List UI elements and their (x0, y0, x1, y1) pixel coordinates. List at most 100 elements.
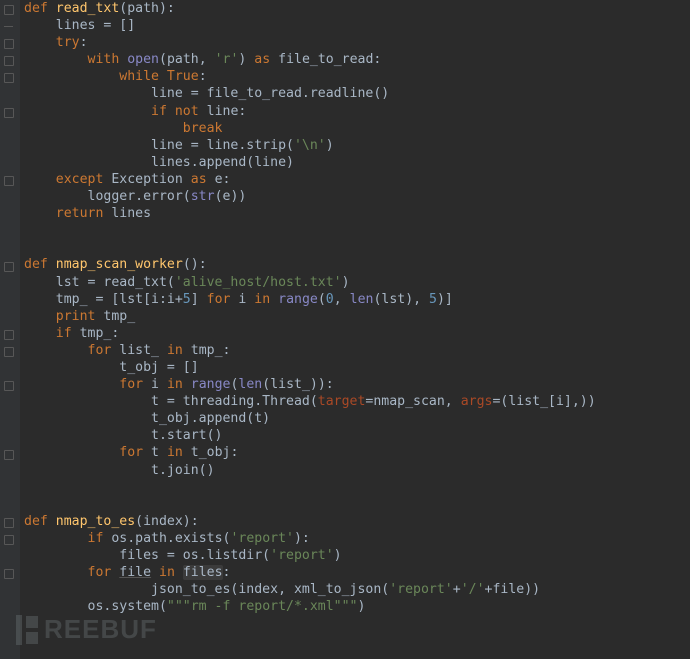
code-line: return lines (24, 205, 596, 222)
token-txt: ) (334, 548, 342, 563)
token-kw: return (56, 206, 112, 221)
token-txt: tmp_ (103, 309, 135, 324)
token-str: 'alive_host/host.txt' (175, 275, 342, 290)
fold-marker[interactable] (4, 385, 13, 386)
code-line: lines = [] (24, 17, 596, 34)
token-builtin: open (127, 52, 159, 67)
token-txt: t_obj = [] (24, 360, 199, 375)
token-builtin: str (191, 189, 215, 204)
token-txt (24, 172, 56, 187)
fold-marker[interactable] (4, 539, 13, 540)
token-builtin: range (278, 292, 318, 307)
token-num: 0 (326, 292, 334, 307)
token-kw: print (56, 309, 104, 324)
token-txt (24, 206, 56, 221)
code-line: lst = read_txt('alive_host/host.txt') (24, 274, 596, 291)
token-txt: list_ (119, 343, 167, 358)
code-line: try: (24, 34, 596, 51)
token-txt: json_to_es(index, xml_to_json( (24, 582, 389, 597)
code-line: json_to_es(index, xml_to_json('report'+'… (24, 581, 596, 598)
code-line: line = file_to_read.readline() (24, 85, 596, 102)
fold-marker[interactable] (4, 26, 13, 27)
token-txt: files (183, 565, 223, 580)
token-txt: (path, (159, 52, 215, 67)
token-txt (24, 343, 88, 358)
token-fn: nmap_scan_worker (56, 257, 183, 272)
token-txt: file_to_read: (278, 52, 381, 67)
token-txt: , (334, 292, 350, 307)
fold-marker[interactable] (4, 43, 13, 44)
token-txt (24, 309, 56, 324)
token-txt: i (238, 292, 254, 307)
token-kw: as (191, 172, 215, 187)
watermark-icon (16, 615, 38, 645)
token-txt: ): (294, 531, 310, 546)
token-txt: Exception (111, 172, 190, 187)
token-num: 5 (183, 292, 191, 307)
fold-marker[interactable] (4, 522, 13, 523)
token-txt: ) (238, 52, 254, 67)
token-txt: + (453, 582, 461, 597)
token-txt: t = threading.Thread( (24, 394, 318, 409)
fold-marker[interactable] (4, 266, 13, 267)
code-line: t.start() (24, 427, 596, 444)
code-line: line = line.strip('\n') (24, 137, 596, 154)
token-txt: tmp_: (80, 326, 120, 341)
code-editor[interactable]: def read_txt(path): lines = [] try: with… (0, 0, 690, 659)
token-kw: for (119, 377, 151, 392)
token-txt: files = os.listdir( (24, 548, 270, 563)
token-txt (24, 69, 119, 84)
token-kw: if (56, 326, 80, 341)
fold-marker[interactable] (4, 77, 13, 78)
token-txt: t.join() (24, 463, 215, 478)
code-line: lines.append(line) (24, 154, 596, 171)
code-line: for i in range(len(list_)): (24, 376, 596, 393)
gutter (0, 0, 20, 659)
code-line: print tmp_ (24, 308, 596, 325)
token-txt: ) (342, 275, 350, 290)
fold-marker[interactable] (4, 112, 13, 113)
token-str: """rm -f report/*.xml""" (167, 599, 358, 614)
token-builtin: len (350, 292, 374, 307)
token-txt: (index): (135, 514, 199, 529)
token-kw: def (24, 514, 56, 529)
token-kw: def (24, 1, 56, 16)
token-txt: tmp_: (191, 343, 231, 358)
token-txt (151, 565, 159, 580)
code-line: logger.error(str(e)) (24, 188, 596, 205)
token-txt: (lst), (373, 292, 429, 307)
code-line: if not line: (24, 103, 596, 120)
token-txt: =nmap_scan, (365, 394, 460, 409)
token-txt: ( (318, 292, 326, 307)
token-txt: tmp_ = [lst[i:i+ (24, 292, 183, 307)
token-kw: True (167, 69, 199, 84)
token-txt: : (80, 35, 88, 50)
fold-marker[interactable] (4, 180, 13, 181)
code-line: def nmap_to_es(index): (24, 513, 596, 530)
fold-marker[interactable] (4, 60, 13, 61)
token-txt (24, 326, 56, 341)
code-area: def read_txt(path): lines = [] try: with… (24, 0, 596, 632)
fold-marker[interactable] (4, 334, 13, 335)
token-txt: (e)) (215, 189, 247, 204)
code-line: while True: (24, 68, 596, 85)
token-txt: : (223, 565, 231, 580)
token-str: 'r' (215, 52, 239, 67)
fold-marker[interactable] (4, 573, 13, 574)
token-kw: in (167, 445, 191, 460)
code-line (24, 222, 596, 239)
fold-marker[interactable] (4, 454, 13, 455)
token-fn: read_txt (56, 1, 120, 16)
token-txt (24, 121, 183, 136)
token-txt: e: (215, 172, 231, 187)
token-txt (24, 35, 56, 50)
watermark-text: REEBUF (44, 621, 157, 638)
token-txt: t_obj: (191, 445, 239, 460)
code-line: break (24, 120, 596, 137)
code-line: with open(path, 'r') as file_to_read: (24, 51, 596, 68)
token-kw: in (167, 377, 191, 392)
fold-marker[interactable] (4, 351, 13, 352)
fold-marker[interactable] (4, 9, 13, 10)
token-kw: for (207, 292, 239, 307)
token-kw: in (254, 292, 278, 307)
